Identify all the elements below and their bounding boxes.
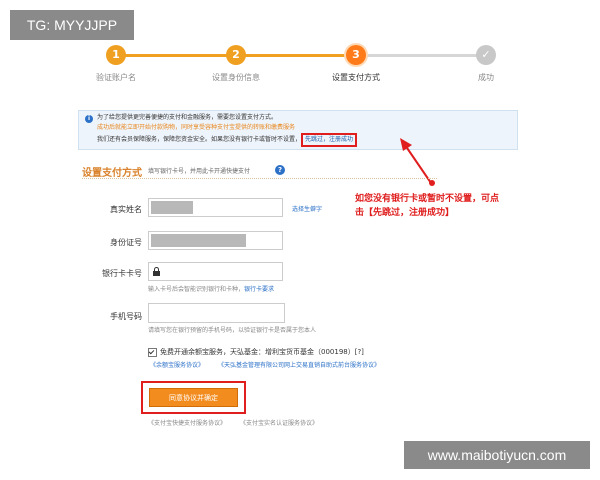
notice-box: i 为了给您提供更完善便捷的支付和金融服务，需要您设置支付方式。 成功后就能立即… bbox=[78, 110, 518, 150]
blurred-value bbox=[151, 201, 193, 214]
phone-hint: 请填写您在银行预留的手机号码，以验证银行卡是否属于您本人 bbox=[148, 327, 317, 334]
notice-line-2: 成功后就能立即开始付款购物，同时享受容种支付宝提供的转账和缴费服务 bbox=[97, 124, 296, 131]
watermark-telegram: TG: MYYJJPP bbox=[10, 10, 134, 40]
step-1-label: 验证账户名 bbox=[96, 73, 136, 82]
yuebao-agreement-link[interactable]: 《余额宝服务协议》 bbox=[150, 360, 204, 369]
info-icon: i bbox=[85, 115, 93, 123]
help-icon[interactable]: ? bbox=[275, 165, 285, 175]
step-3-icon: 3 bbox=[346, 45, 366, 65]
tianhong-agreement-link[interactable]: 《天弘基金管理有限公司网上交易直销自助式前台服务协议》 bbox=[218, 360, 380, 369]
card-hint: 输入卡号后会智能识别银行和卡种，银行卡要求 bbox=[148, 284, 274, 293]
step-4-check-icon: ✓ bbox=[476, 45, 496, 65]
card-label: 银行卡卡号 bbox=[102, 269, 142, 278]
phone-label: 手机号码 bbox=[110, 312, 142, 321]
step-1-icon: 1 bbox=[106, 45, 126, 65]
notice-line-3-text: 我们还有会员保障服务，保障您资金安全。如果您没有银行卡或暂时不设置， bbox=[97, 136, 302, 143]
annotation-line-1: 如您没有银行卡或暂时不设置，可点 bbox=[355, 194, 500, 204]
lock-icon bbox=[153, 267, 160, 276]
annotation-text: 如您没有银行卡或暂时不设置，可点 击【先跳过，注册成功】 bbox=[355, 192, 525, 220]
step-connector bbox=[236, 54, 356, 57]
agreement-row: 免费开通余额宝服务，天弘基金：增利宝货币基金（000198）[?] bbox=[148, 347, 364, 357]
step-4-label: 成功 bbox=[478, 73, 494, 82]
id-label: 身份证号 bbox=[110, 238, 142, 247]
skip-register-link[interactable]: 先跳过，注册成功 bbox=[301, 133, 358, 147]
agree-submit-button[interactable]: 同意协议并确定 bbox=[149, 388, 238, 407]
name-input[interactable] bbox=[148, 198, 283, 217]
name-label: 真实姓名 bbox=[110, 205, 142, 214]
agreement-text: 免费开通余额宝服务，天弘基金：增利宝货币基金（000198）[?] bbox=[160, 348, 364, 356]
phone-input[interactable] bbox=[148, 303, 285, 323]
card-requirements-link[interactable]: 银行卡要求 bbox=[244, 286, 274, 293]
step-2-label: 设置身份信息 bbox=[212, 73, 260, 82]
section-divider bbox=[82, 178, 437, 179]
step-connector bbox=[366, 54, 484, 57]
step-2-icon: 2 bbox=[226, 45, 246, 65]
section-hint: 填写银行卡号，并用此卡开通快捷支付 bbox=[148, 168, 251, 175]
step-3-label: 设置支付方式 bbox=[332, 73, 380, 82]
card-number-input[interactable] bbox=[148, 262, 283, 281]
progress-steps: 1 2 3 ✓ 验证账户名 设置身份信息 设置支付方式 成功 bbox=[60, 42, 540, 88]
id-number-input[interactable] bbox=[148, 231, 283, 250]
quickpay-agreement-link[interactable]: 《支付宝快捷支付服务协议》 bbox=[148, 418, 226, 427]
notice-line-1: 为了给您提供更完善便捷的支付和金融服务，需要您设置支付方式。 bbox=[97, 114, 278, 121]
notice-line-3: 我们还有会员保障服务，保障您资金安全。如果您没有银行卡或暂时不设置， 先跳过，注册… bbox=[97, 133, 511, 147]
annotation-line-2: 击【先跳过，注册成功】 bbox=[355, 208, 455, 218]
card-hint-text: 输入卡号后会智能识别银行和卡种， bbox=[148, 286, 245, 293]
submit-highlight-box: 同意协议并确定 bbox=[141, 381, 246, 414]
step-connector bbox=[116, 54, 236, 57]
blurred-value bbox=[151, 234, 246, 247]
watermark-site: www.maibotiyucn.com bbox=[404, 441, 590, 469]
agreement-checkbox[interactable] bbox=[148, 347, 157, 357]
rare-char-link[interactable]: 选择生僻字 bbox=[292, 204, 322, 213]
realname-agreement-link[interactable]: 《支付宝实名认证服务协议》 bbox=[240, 418, 318, 427]
annotation-arrow-icon bbox=[400, 138, 435, 186]
section-title: 设置支付方式 bbox=[82, 168, 142, 179]
